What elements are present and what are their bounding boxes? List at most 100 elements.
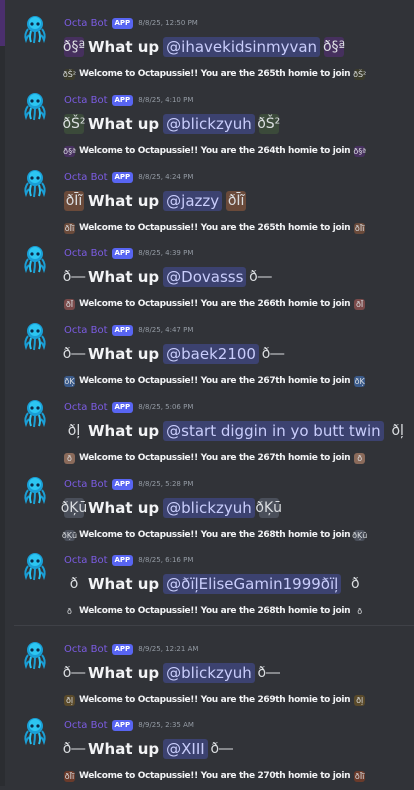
user-mention[interactable]: @baek2100 [163, 344, 259, 364]
message-header: Octa Bot APP 8/9/25, 12:21 AM [64, 642, 198, 656]
welcome-text: Welcome to Octapussie!! You are the 268t… [79, 606, 351, 616]
small-emoji-icon[interactable]: ðĶ [354, 375, 366, 387]
custom-emoji-icon[interactable]: ð― [262, 344, 285, 364]
user-mention[interactable]: @ðïļEliseGamin1999ðïļ [163, 574, 342, 594]
custom-emoji-icon[interactable]: ð§ª [323, 37, 345, 57]
greeting-line: ð― What up @Dovasss ð― [63, 265, 272, 289]
greeting-text: What up [88, 575, 160, 593]
custom-emoji-icon[interactable]: ðļ [388, 421, 408, 441]
custom-emoji-icon[interactable]: ðĶū [61, 498, 87, 518]
message-header: Octa Bot APP 8/8/25, 6:16 PM [64, 553, 193, 567]
welcome-text: Welcome to Octapussie!! You are the 267t… [79, 453, 351, 463]
small-emoji-icon[interactable]: ðĪĩ [354, 222, 366, 234]
custom-emoji-icon[interactable]: ð― [257, 663, 280, 683]
octopus-avatar-icon[interactable] [20, 14, 50, 44]
greeting-text: What up [88, 38, 160, 56]
bot-username[interactable]: Octa Bot [64, 644, 108, 655]
octopus-avatar-icon[interactable] [20, 716, 50, 746]
message-timestamp[interactable]: 8/8/25, 6:16 PM [138, 556, 193, 564]
user-mention[interactable]: @ihavekidsinmyvan [163, 37, 321, 57]
custom-emoji-icon[interactable]: ð― [249, 267, 272, 287]
bot-username[interactable]: Octa Bot [64, 325, 108, 336]
user-mention[interactable]: @start diggin in yo butt twin [163, 421, 384, 441]
greeting-text: What up [88, 740, 160, 758]
octopus-avatar-icon[interactable] [20, 551, 50, 581]
custom-emoji-icon[interactable]: ð― [63, 739, 86, 759]
small-emoji-icon[interactable]: ðĶ [64, 375, 75, 387]
octopus-avatar-icon[interactable] [20, 91, 50, 121]
greeting-line: ð― What up @baek2100 ð― [63, 342, 285, 366]
bot-username[interactable]: Octa Bot [64, 172, 108, 183]
user-mention[interactable]: @blickzyuh [163, 663, 255, 683]
custom-emoji-icon[interactable]: ð― [63, 344, 86, 364]
bot-username[interactable]: Octa Bot [64, 555, 108, 566]
greeting-line: ðŠ² What up @blickzyuh ðŠ² [62, 112, 280, 136]
bot-username[interactable]: Octa Bot [64, 18, 108, 29]
small-emoji-icon[interactable]: ðĪĩ [354, 770, 366, 782]
custom-emoji-icon[interactable]: ðŠ² [257, 114, 280, 134]
message-header: Octa Bot APP 8/8/25, 12:50 PM [64, 16, 198, 30]
message-timestamp[interactable]: 8/8/25, 4:24 PM [138, 173, 193, 181]
user-mention[interactable]: @Dovasss [163, 267, 247, 287]
custom-emoji-icon[interactable]: ð§ª [63, 37, 85, 57]
small-emoji-icon[interactable]: ð§ª [63, 145, 76, 157]
small-emoji-icon[interactable]: ðĪĩ [64, 222, 75, 234]
custom-emoji-icon[interactable]: ð― [210, 739, 233, 759]
message-header: Octa Bot APP 8/8/25, 4:24 PM [64, 170, 193, 184]
small-emoji-icon[interactable]: ðŠ² [63, 68, 76, 80]
message-timestamp[interactable]: 8/9/25, 2:35 AM [138, 721, 194, 729]
small-emoji-icon[interactable]: ðĪ [64, 298, 75, 310]
small-emoji-icon[interactable]: ð [354, 452, 366, 464]
custom-emoji-icon[interactable]: ð [345, 574, 365, 594]
small-emoji-icon[interactable]: ð [354, 606, 365, 617]
small-emoji-icon[interactable]: ðĪ [354, 298, 366, 310]
octopus-avatar-icon[interactable] [20, 168, 50, 198]
custom-emoji-icon[interactable]: ðĪĩ [226, 191, 247, 211]
message-timestamp[interactable]: 8/9/25, 12:21 AM [138, 645, 198, 653]
custom-emoji-icon[interactable]: ð― [63, 663, 86, 683]
message-timestamp[interactable]: 8/8/25, 5:06 PM [138, 403, 193, 411]
small-emoji-icon[interactable]: ðļ [64, 694, 75, 706]
small-emoji-icon[interactable]: ðŠ² [353, 68, 366, 80]
small-emoji-icon[interactable]: ðļ [354, 694, 366, 706]
small-emoji-icon[interactable]: ð [64, 606, 75, 617]
message-timestamp[interactable]: 8/8/25, 4:47 PM [138, 326, 193, 334]
bot-username[interactable]: Octa Bot [64, 95, 108, 106]
message-timestamp[interactable]: 8/8/25, 4:10 PM [138, 96, 193, 104]
small-emoji-icon[interactable]: ðĶū [352, 529, 367, 541]
message-header: Octa Bot APP 8/8/25, 5:06 PM [64, 400, 193, 414]
message: Octa Bot APP 8/8/25, 12:50 PM ð§ª What u… [0, 12, 414, 88]
message: Octa Bot APP 8/8/25, 5:28 PM ðĶū What up… [0, 473, 414, 549]
octopus-avatar-icon[interactable] [20, 244, 50, 274]
custom-emoji-icon[interactable]: ð― [63, 267, 86, 287]
octopus-avatar-icon[interactable] [20, 640, 50, 670]
custom-emoji-icon[interactable]: ðĪĩ [64, 191, 84, 211]
message-timestamp[interactable]: 8/8/25, 5:28 PM [138, 480, 193, 488]
octopus-avatar-icon[interactable] [20, 475, 50, 505]
custom-emoji-icon[interactable]: ðĶū [255, 498, 282, 518]
user-mention[interactable]: @blickzyuh [163, 114, 255, 134]
small-emoji-icon[interactable]: ðĪĩ [64, 770, 75, 782]
custom-emoji-icon[interactable]: ð [64, 574, 84, 594]
greeting-text: What up [88, 664, 160, 682]
bot-username[interactable]: Octa Bot [64, 248, 108, 259]
app-badge: APP [111, 719, 134, 731]
bot-username[interactable]: Octa Bot [64, 479, 108, 490]
user-mention[interactable]: @jazzy [163, 191, 223, 211]
small-emoji-icon[interactable]: ðĶū [62, 529, 77, 541]
bot-username[interactable]: Octa Bot [64, 720, 108, 731]
greeting-line: ð― What up @blickzyuh ð― [63, 661, 280, 685]
welcome-text: Welcome to Octapussie!! You are the 265t… [79, 223, 351, 233]
custom-emoji-icon[interactable]: ðļ [64, 421, 84, 441]
small-emoji-icon[interactable]: ð [64, 452, 75, 464]
custom-emoji-icon[interactable]: ðŠ² [62, 114, 86, 134]
octopus-avatar-icon[interactable] [20, 321, 50, 351]
message-timestamp[interactable]: 8/8/25, 12:50 PM [138, 19, 198, 27]
user-mention[interactable]: @blickzyuh [163, 498, 255, 518]
bot-username[interactable]: Octa Bot [64, 402, 108, 413]
message-timestamp[interactable]: 8/8/25, 4:39 PM [138, 249, 193, 257]
welcome-line: ðĶ Welcome to Octapussie!! You are the 2… [64, 374, 366, 388]
user-mention[interactable]: @XIII [163, 739, 208, 759]
octopus-avatar-icon[interactable] [20, 398, 50, 428]
small-emoji-icon[interactable]: ð§ª [353, 145, 366, 157]
